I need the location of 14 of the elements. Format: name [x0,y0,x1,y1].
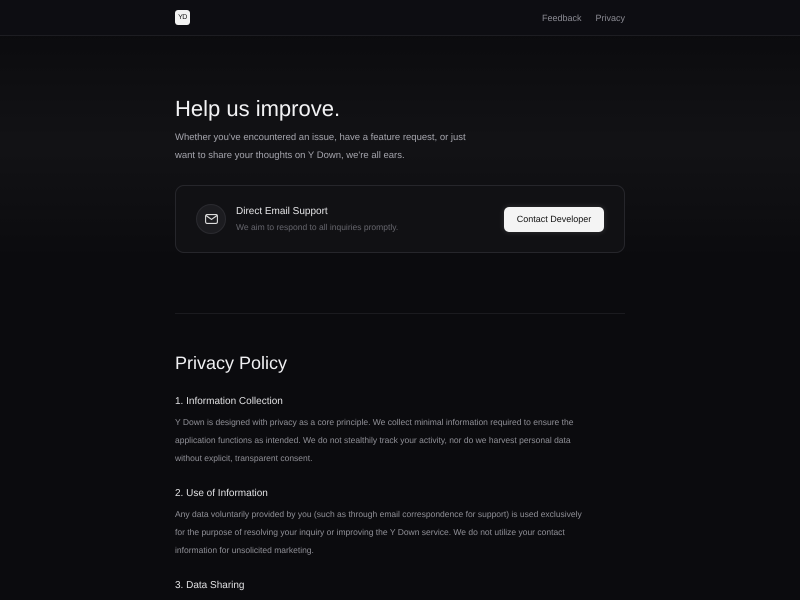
nav-link[interactable]: Privacy [595,12,625,22]
contact-button[interactable]: Contact Developer [504,206,604,232]
page-title: Help us improve. [175,95,342,123]
card-subtitle: We aim to respond to all inquiries promptly. [236,222,400,232]
nav-link[interactable]: Feedback [542,12,582,22]
intro-text: Whether you've encountered an issue, have a feature request, or just want to share your thoughts on Y Down, we're all ears. [175,131,467,163]
policy-heading: 1. Information Collection [175,395,284,409]
section-title: Privacy Policy [175,352,288,375]
mail-icon [196,204,226,234]
policy-heading: 3. Data Sharing [175,579,246,593]
card-title: Direct Email Support [236,206,329,217]
policy-text: Any data voluntarily provided by you (such as through email correspondence for support) is used exclusively for the purpose of resolving your inquiry or improving the Y Down service. We do not utilize your contact information for unsolicited marketing. [175,508,583,557]
policy-text: Y Down is designed with privacy as a core principle. We collect minimal information required to ensure the application functions as intended. We do not stealthily track your activity, nor do we harvest personal data without explicit, transparent consent. [175,416,574,465]
policy-heading: 2. Use of Information [175,487,269,501]
